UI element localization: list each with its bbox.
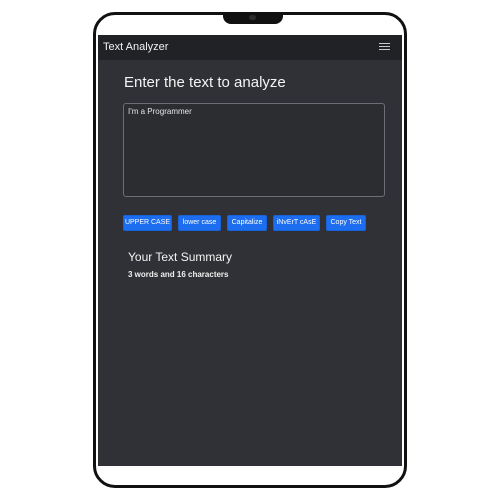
copy-text-button[interactable]: Copy Text — [326, 215, 366, 231]
text-input-area[interactable] — [123, 103, 385, 197]
summary-heading: Your Text Summary — [128, 250, 233, 264]
summary-counts: 3 words and 16 characters — [128, 270, 229, 279]
lowercase-button[interactable]: lower case — [178, 215, 221, 231]
camera-icon — [249, 15, 256, 20]
invert-case-button[interactable]: iNvErT cAsE — [273, 215, 320, 231]
uppercase-button[interactable]: UPPER CASE — [123, 215, 172, 231]
device-notch — [223, 15, 283, 24]
navbar: Text Analyzer — [98, 35, 402, 60]
tablet-frame: Text Analyzer Enter the text to analyze … — [93, 12, 407, 488]
navbar-brand[interactable]: Text Analyzer — [103, 41, 168, 53]
hamburger-menu-icon[interactable] — [377, 40, 392, 53]
capitalize-button[interactable]: Capitalize — [227, 215, 267, 231]
page-title: Enter the text to analyze — [124, 74, 286, 91]
app-screen: Text Analyzer Enter the text to analyze … — [98, 35, 402, 466]
